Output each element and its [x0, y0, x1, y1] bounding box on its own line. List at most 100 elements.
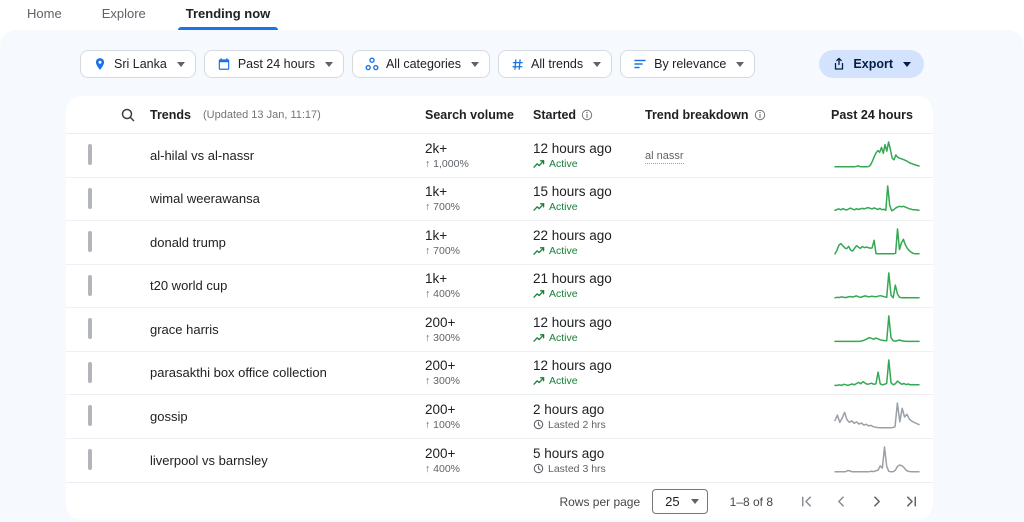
chevron-down-icon — [736, 62, 744, 67]
trends-card: Trends (Updated 13 Jan, 11:17) Search vo… — [66, 96, 933, 520]
started-time: 5 hours ago — [533, 446, 645, 461]
status: Active — [533, 332, 645, 344]
table-footer: Rows per page 25 1–8 of 8 — [66, 482, 933, 520]
breakdown-cell: al nassr — [645, 146, 825, 164]
export-button[interactable]: Export — [819, 50, 924, 78]
trend-title: gossip — [150, 409, 425, 424]
filter-time-range[interactable]: Past 24 hours — [204, 50, 344, 78]
row-checkbox[interactable] — [88, 449, 92, 470]
search-volume-change: ↑ 400% — [425, 463, 533, 475]
trend-title: t20 world cup — [150, 278, 425, 293]
column-header-past-24-hours: Past 24 hours — [817, 108, 913, 122]
row-checkbox[interactable] — [88, 231, 92, 252]
info-icon[interactable] — [581, 109, 593, 121]
table-header: Trends (Updated 13 Jan, 11:17) Search vo… — [66, 96, 933, 134]
first-page-button[interactable] — [799, 494, 814, 509]
table-search[interactable] — [88, 107, 150, 123]
row-checkbox[interactable] — [88, 405, 92, 426]
trend-title: wimal weerawansa — [150, 191, 425, 206]
column-header-search-volume: Search volume — [425, 108, 533, 122]
calendar-icon — [217, 57, 231, 71]
row-checkbox[interactable] — [88, 275, 92, 296]
filter-trend-type-label: All trends — [531, 57, 583, 71]
trending-up-icon — [533, 376, 545, 386]
filter-categories-label: All categories — [386, 57, 461, 71]
filter-location[interactable]: Sri Lanka — [80, 50, 196, 78]
sparkline-chart — [833, 269, 921, 303]
row-checkbox[interactable] — [88, 362, 92, 383]
sparkline-chart — [833, 356, 921, 390]
status-label: Lasted 2 hrs — [548, 419, 606, 431]
tab-explore[interactable]: Explore — [100, 0, 148, 30]
search-volume-change: ↑ 300% — [425, 332, 533, 344]
trend-row[interactable]: t20 world cup 1k+ ↑ 400% 21 hours ago Ac… — [66, 265, 933, 309]
row-checkbox[interactable] — [88, 318, 92, 339]
status: Active — [533, 201, 645, 213]
sparkline-chart — [833, 312, 921, 346]
top-navigation: Home Explore Trending now — [0, 0, 1024, 30]
filter-categories[interactable]: All categories — [352, 50, 490, 78]
search-volume-value: 200+ — [425, 402, 533, 417]
sparkline-chart — [833, 443, 921, 477]
pagination-range: 1–8 of 8 — [730, 495, 773, 509]
chevron-down-icon — [177, 62, 185, 67]
rows-per-page-label: Rows per page — [559, 495, 640, 509]
trend-title: liverpool vs barnsley — [150, 453, 425, 468]
tab-home[interactable]: Home — [25, 0, 64, 30]
chevron-down-icon — [593, 62, 601, 67]
search-volume-value: 200+ — [425, 315, 533, 330]
rows-per-page-select[interactable]: 25 — [652, 489, 707, 514]
sparkline-chart — [833, 138, 921, 172]
trend-row[interactable]: parasakthi box office collection 200+ ↑ … — [66, 352, 933, 396]
filter-sort[interactable]: By relevance — [620, 50, 755, 78]
trending-up-icon — [533, 246, 545, 256]
search-volume-change: ↑ 1,000% — [425, 158, 533, 170]
status-label: Lasted 3 hrs — [548, 463, 606, 475]
row-checkbox[interactable] — [88, 188, 92, 209]
filter-sort-label: By relevance — [654, 57, 726, 71]
trending-up-icon — [533, 159, 545, 169]
started-time: 21 hours ago — [533, 271, 645, 286]
filter-location-label: Sri Lanka — [114, 57, 167, 71]
search-volume-change: ↑ 400% — [425, 288, 533, 300]
sort-icon — [633, 57, 647, 71]
status-label: Active — [549, 288, 578, 300]
column-header-trends: Trends (Updated 13 Jan, 11:17) — [150, 108, 425, 122]
pagination-controls — [799, 494, 919, 509]
info-icon[interactable] — [754, 109, 766, 121]
breakdown-term[interactable]: al nassr — [645, 150, 684, 164]
search-icon — [120, 107, 136, 123]
trend-row[interactable]: liverpool vs barnsley 200+ ↑ 400% 5 hour… — [66, 439, 933, 483]
search-volume-change: ↑ 700% — [425, 201, 533, 213]
filter-bar: Sri Lanka Past 24 hours All categories — [0, 30, 1024, 78]
search-volume-value: 1k+ — [425, 184, 533, 199]
trend-title: parasakthi box office collection — [150, 365, 425, 380]
hash-icon — [511, 58, 524, 71]
trend-title: grace harris — [150, 322, 425, 337]
filter-trend-type[interactable]: All trends — [498, 50, 612, 78]
trend-row[interactable]: grace harris 200+ ↑ 300% 12 hours ago Ac… — [66, 308, 933, 352]
clock-icon — [533, 419, 544, 430]
page-content: Sri Lanka Past 24 hours All categories — [0, 30, 1024, 522]
sparkline-chart — [833, 182, 921, 216]
started-time: 12 hours ago — [533, 315, 645, 330]
trend-row[interactable]: donald trump 1k+ ↑ 700% 22 hours ago Act… — [66, 221, 933, 265]
trend-row[interactable]: wimal weerawansa 1k+ ↑ 700% 15 hours ago… — [66, 178, 933, 222]
status: Active — [533, 245, 645, 257]
row-checkbox[interactable] — [88, 144, 92, 165]
trends-column-label: Trends — [150, 108, 191, 122]
filter-time-range-label: Past 24 hours — [238, 57, 315, 71]
status: Active — [533, 158, 645, 170]
last-page-button[interactable] — [904, 494, 919, 509]
status-label: Active — [549, 375, 578, 387]
search-volume-change: ↑ 100% — [425, 419, 533, 431]
trend-title: al-hilal vs al-nassr — [150, 148, 425, 163]
next-page-button[interactable] — [869, 494, 884, 509]
trend-title: donald trump — [150, 235, 425, 250]
tab-trending-now[interactable]: Trending now — [184, 0, 273, 30]
export-button-label: Export — [853, 57, 893, 71]
previous-page-button[interactable] — [834, 494, 849, 509]
status: Lasted 2 hrs — [533, 419, 645, 431]
trend-row[interactable]: gossip 200+ ↑ 100% 2 hours ago Lasted 2 … — [66, 395, 933, 439]
trend-row[interactable]: al-hilal vs al-nassr 2k+ ↑ 1,000% 12 hou… — [66, 134, 933, 178]
